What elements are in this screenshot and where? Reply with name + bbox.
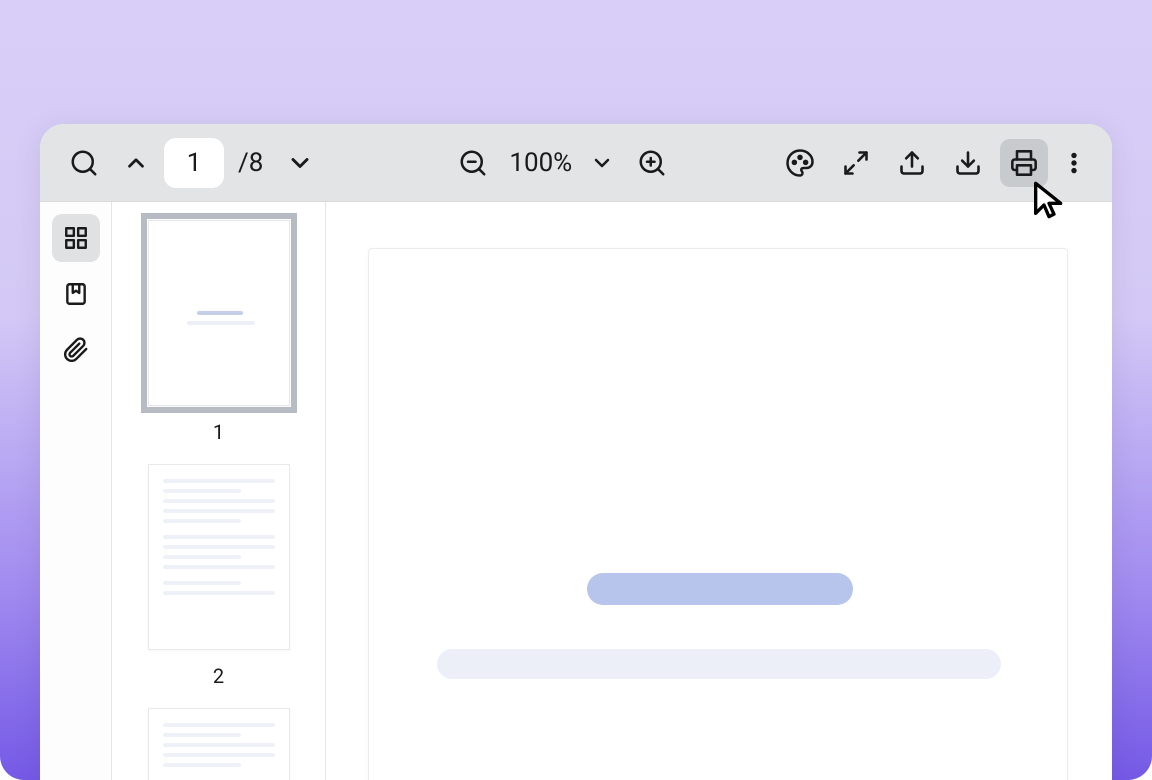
next-page-button[interactable] [277,139,323,187]
thumbnail-page-2 [148,464,290,650]
zoom-menu-button[interactable] [584,139,620,187]
total-pages-label: /8 [238,148,263,178]
document-viewport[interactable] [326,202,1112,780]
attachments-toggle[interactable] [52,326,100,374]
thumbnail-2[interactable]: 2 [134,464,303,688]
more-vertical-icon [1061,150,1087,176]
printer-icon [1010,149,1038,177]
document-page [368,248,1068,780]
more-menu-button[interactable] [1056,139,1092,187]
thumbnail-3[interactable] [134,708,303,780]
chevron-down-icon [286,149,314,177]
zoom-in-button[interactable] [628,139,676,187]
body-area: 1 2 [40,202,1112,780]
fullscreen-button[interactable] [832,139,880,187]
maximize-icon [842,149,870,177]
thumbnails-toggle[interactable] [52,214,100,262]
pdf-viewer-window: 1 /8 100% [40,124,1112,780]
thumbnail-page-1 [148,220,290,406]
bookmark-icon [63,281,89,307]
placeholder-line [197,311,243,315]
chevron-down-icon [590,151,614,175]
thumbnail-label: 1 [134,420,303,444]
palette-button[interactable] [776,139,824,187]
thumbnail-1[interactable]: 1 [134,220,303,444]
upload-button[interactable] [888,139,936,187]
search-icon [69,148,99,178]
placeholder-title [587,573,853,605]
placeholder-line [187,321,255,325]
thumbnail-panel: 1 2 [112,202,326,780]
download-button[interactable] [944,139,992,187]
prev-page-button[interactable] [116,139,156,187]
thumbnail-label: 2 [134,664,303,688]
upload-icon [898,149,926,177]
zoom-out-icon [458,148,488,178]
download-icon [954,149,982,177]
bookmarks-toggle[interactable] [52,270,100,318]
page-number-value: 1 [187,148,202,178]
thumbnail-page-3 [148,708,290,780]
zoom-out-button[interactable] [449,139,497,187]
chevron-up-icon [123,150,149,176]
background: 1 /8 100% [0,0,1152,780]
paperclip-icon [63,337,89,363]
placeholder-text [163,723,275,773]
grid-icon [63,225,89,251]
zoom-level-label: 100% [509,148,572,178]
search-button[interactable] [60,139,108,187]
page-number-input[interactable]: 1 [164,138,224,188]
placeholder-subtitle [437,649,1001,679]
side-strip [40,202,112,780]
toolbar: 1 /8 100% [40,124,1112,202]
zoom-in-icon [637,148,667,178]
print-button[interactable] [1000,139,1048,187]
palette-icon [785,148,815,178]
placeholder-text [163,479,275,601]
